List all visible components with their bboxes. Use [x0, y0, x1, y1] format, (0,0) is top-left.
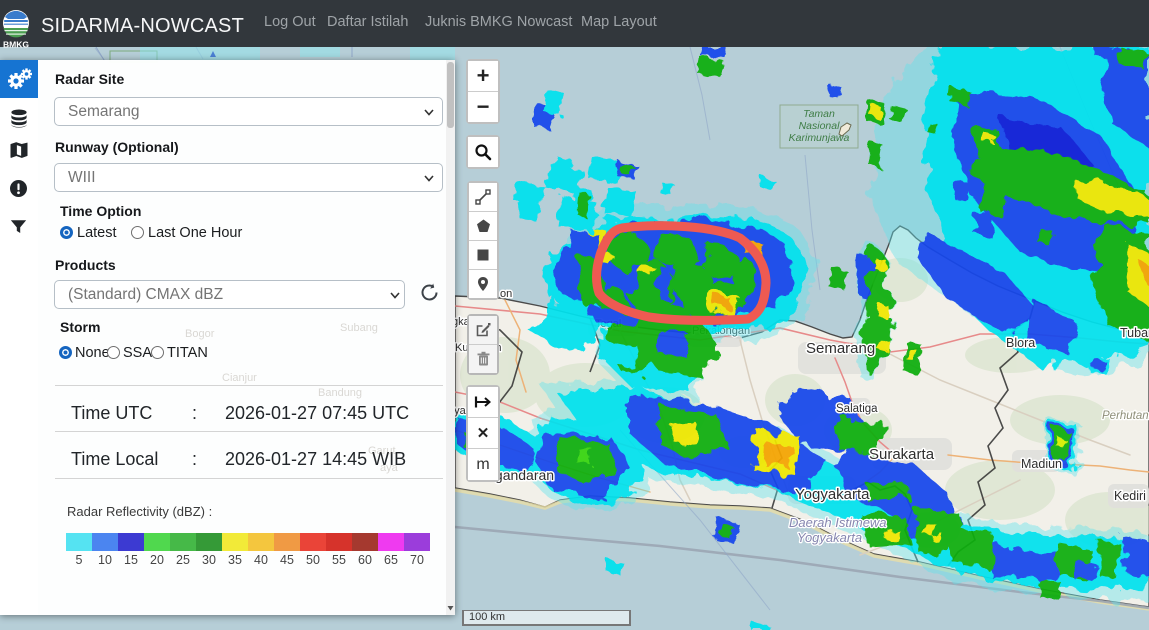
svg-text:Nasional: Nasional	[799, 120, 841, 132]
svg-text:Kediri: Kediri	[1114, 489, 1146, 503]
svg-text:Salatiga: Salatiga	[836, 403, 878, 415]
svg-text:Blora: Blora	[1006, 336, 1035, 350]
svg-text:Yogyakarta: Yogyakarta	[797, 530, 862, 545]
svg-text:BMKG: BMKG	[3, 40, 29, 49]
svg-text:Karimunjawa: Karimunjawa	[789, 132, 850, 144]
svg-text:Surakarta: Surakarta	[869, 446, 935, 463]
svg-text:on: on	[500, 288, 512, 300]
svg-text:Taman: Taman	[803, 108, 835, 120]
svg-text:Daerah Istimewa: Daerah Istimewa	[789, 515, 887, 530]
svg-text:Madiun: Madiun	[1021, 457, 1062, 471]
svg-text:Tuban: Tuban	[1120, 326, 1149, 340]
svg-text:Perhutani: Perhutani	[1102, 410, 1149, 422]
svg-text:Yogyakarta: Yogyakarta	[795, 486, 870, 503]
svg-text:Semarang: Semarang	[806, 340, 875, 357]
